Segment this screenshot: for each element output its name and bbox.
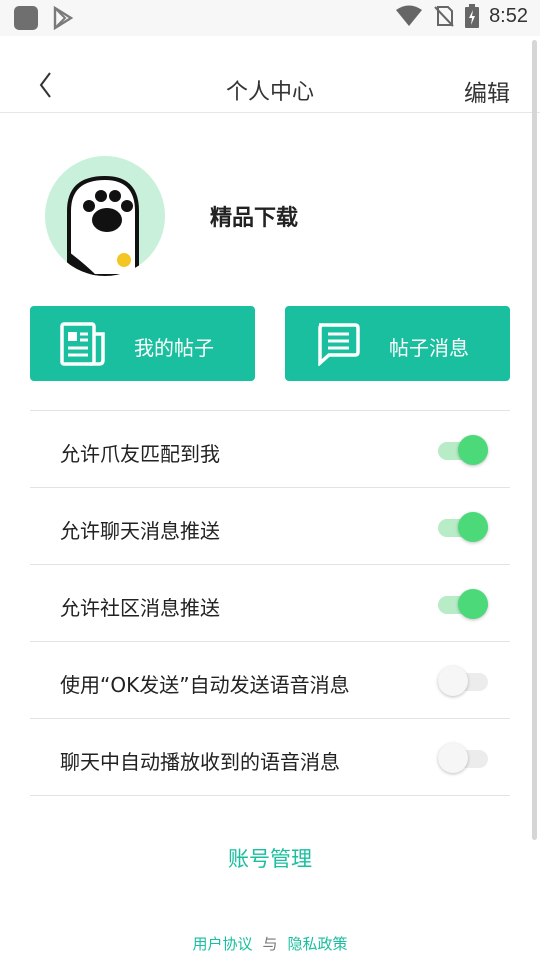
footer-separator: 与 — [262, 935, 278, 953]
setting-label: 使用“OK发送”自动发送语音消息 — [60, 673, 350, 697]
setting-row-match: 允许爪友匹配到我 — [30, 411, 510, 488]
scrollbar[interactable] — [532, 40, 537, 840]
status-bar: 8:52 — [0, 0, 540, 36]
setting-label: 允许社区消息推送 — [60, 596, 220, 620]
my-posts-label: 我的帖子 — [134, 336, 214, 360]
community-push-toggle[interactable] — [438, 587, 490, 619]
post-messages-button[interactable]: 帖子消息 — [285, 306, 510, 381]
user-agreement-link[interactable]: 用户协议 — [192, 935, 252, 953]
setting-row-ok-send: 使用“OK发送”自动发送语音消息 — [30, 642, 510, 719]
post-messages-label: 帖子消息 — [389, 336, 469, 360]
ok-send-toggle[interactable] — [438, 664, 490, 696]
top-bar: 个人中心 编辑 — [0, 60, 540, 113]
wifi-icon — [396, 5, 423, 26]
match-toggle[interactable] — [438, 433, 490, 465]
username: 精品下载 — [210, 206, 299, 231]
setting-label: 聊天中自动播放收到的语音消息 — [60, 750, 340, 774]
message-icon — [318, 323, 360, 366]
setting-label: 允许聊天消息推送 — [60, 519, 220, 543]
app-notification-icon — [14, 6, 38, 30]
clock: 8:52 — [489, 4, 528, 27]
settings-list: 允许爪友匹配到我 允许聊天消息推送 允许社区消息推送 使用“OK发送”自动发送语… — [30, 410, 510, 796]
setting-row-chat-push: 允许聊天消息推送 — [30, 488, 510, 565]
paw-mascot-icon — [67, 175, 139, 276]
footer-links: 用户协议与隐私政策 — [0, 933, 540, 954]
account-management-link[interactable]: 账号管理 — [0, 843, 540, 873]
edit-button[interactable]: 编辑 — [464, 74, 510, 108]
play-store-icon — [53, 6, 74, 30]
my-posts-button[interactable]: 我的帖子 — [30, 306, 255, 381]
setting-row-autoplay-voice: 聊天中自动播放收到的语音消息 — [30, 719, 510, 796]
privacy-policy-link[interactable]: 隐私政策 — [288, 935, 348, 953]
newspaper-icon — [60, 322, 105, 366]
no-sim-icon — [434, 6, 454, 27]
chat-push-toggle[interactable] — [438, 510, 490, 542]
setting-row-community-push: 允许社区消息推送 — [30, 565, 510, 642]
autoplay-voice-toggle[interactable] — [438, 741, 490, 773]
page-title: 个人中心 — [225, 80, 314, 105]
avatar[interactable] — [45, 156, 165, 276]
setting-label: 允许爪友匹配到我 — [60, 442, 220, 466]
battery-charging-icon — [465, 4, 480, 28]
